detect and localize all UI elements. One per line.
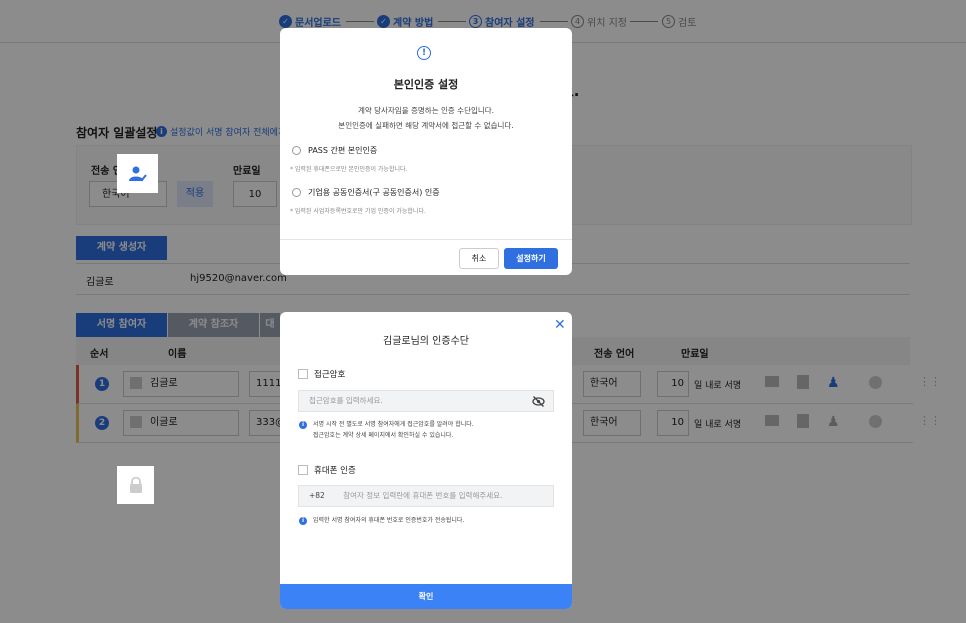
phone-auth-label: 휴대폰 인증: [314, 466, 356, 476]
divider: [280, 239, 572, 240]
apply-settings-button[interactable]: 설정하기: [504, 248, 558, 269]
option-pass-label[interactable]: PASS 간편 본인인증: [308, 145, 377, 156]
modal-desc-line1: 계약 당사자임을 증명하는 인증 수단입니다.: [357, 106, 495, 115]
alert-icon: !: [417, 46, 431, 60]
access-code-input[interactable]: 접근암호를 입력하세요.: [298, 390, 554, 412]
info-icon: i: [299, 421, 307, 429]
cancel-button[interactable]: 취소: [459, 248, 499, 269]
modal-desc-line2: 본인인증에 실패하면 해당 계약서에 접근할 수 없습니다.: [338, 121, 514, 130]
radio-pass[interactable]: [292, 146, 301, 155]
person-check-icon: [128, 166, 147, 181]
option-pass-hint: * 입력된 휴대폰으로만 본인인증이 가능합니다.: [290, 166, 408, 173]
modal-title: 김글로님의 인증수단: [383, 336, 469, 347]
modal-title: 본인인증 설정: [393, 78, 459, 91]
phone-auth-checkbox[interactable]: [298, 465, 308, 475]
info-icon: i: [299, 517, 307, 525]
identity-verification-modal: ! 본인인증 설정 계약 당사자임을 증명하는 인증 수단입니다. 본인인증에 …: [280, 28, 572, 275]
country-code: +82: [309, 491, 325, 500]
phone-placeholder: 참여자 정보 입력란에 휴대폰 번호를 입력해주세요.: [343, 491, 503, 500]
access-info-line1: 서명 시작 전 별도로 서명 참여자에게 접근암호를 알려야 합니다.: [313, 421, 474, 428]
auth-methods-modal: 김글로님의 인증수단 ✕ 접근암호 접근암호를 입력하세요. i 서명 시작 전…: [280, 312, 572, 609]
phone-info-text: 입력한 서명 참여자의 휴대폰 번호로 인증번호가 전송됩니다.: [313, 517, 465, 524]
close-icon[interactable]: ✕: [554, 317, 566, 333]
lock-highlight[interactable]: [117, 466, 154, 504]
option-corporate-cert-label[interactable]: 기업용 공동인증서(구 공동인증서) 인증: [308, 187, 440, 198]
lock-icon: [129, 477, 142, 493]
phone-input[interactable]: +82 참여자 정보 입력란에 휴대폰 번호를 입력해주세요.: [298, 485, 554, 507]
option-corporate-cert-hint: * 입력된 사업자등록번호로만 기업 인증이 가능합니다.: [290, 208, 426, 215]
access-code-label: 접근암호: [314, 370, 346, 380]
radio-corporate-cert[interactable]: [292, 188, 301, 197]
access-info-line2: 접근암호는 계약 상세 페이지에서 확인하실 수 있습니다.: [313, 432, 454, 439]
confirm-button[interactable]: 확인: [280, 584, 572, 609]
eye-off-icon[interactable]: [532, 396, 545, 407]
access-code-checkbox[interactable]: [298, 369, 308, 379]
auth-setting-highlight[interactable]: [117, 154, 158, 193]
access-code-placeholder: 접근암호를 입력하세요.: [309, 396, 383, 405]
